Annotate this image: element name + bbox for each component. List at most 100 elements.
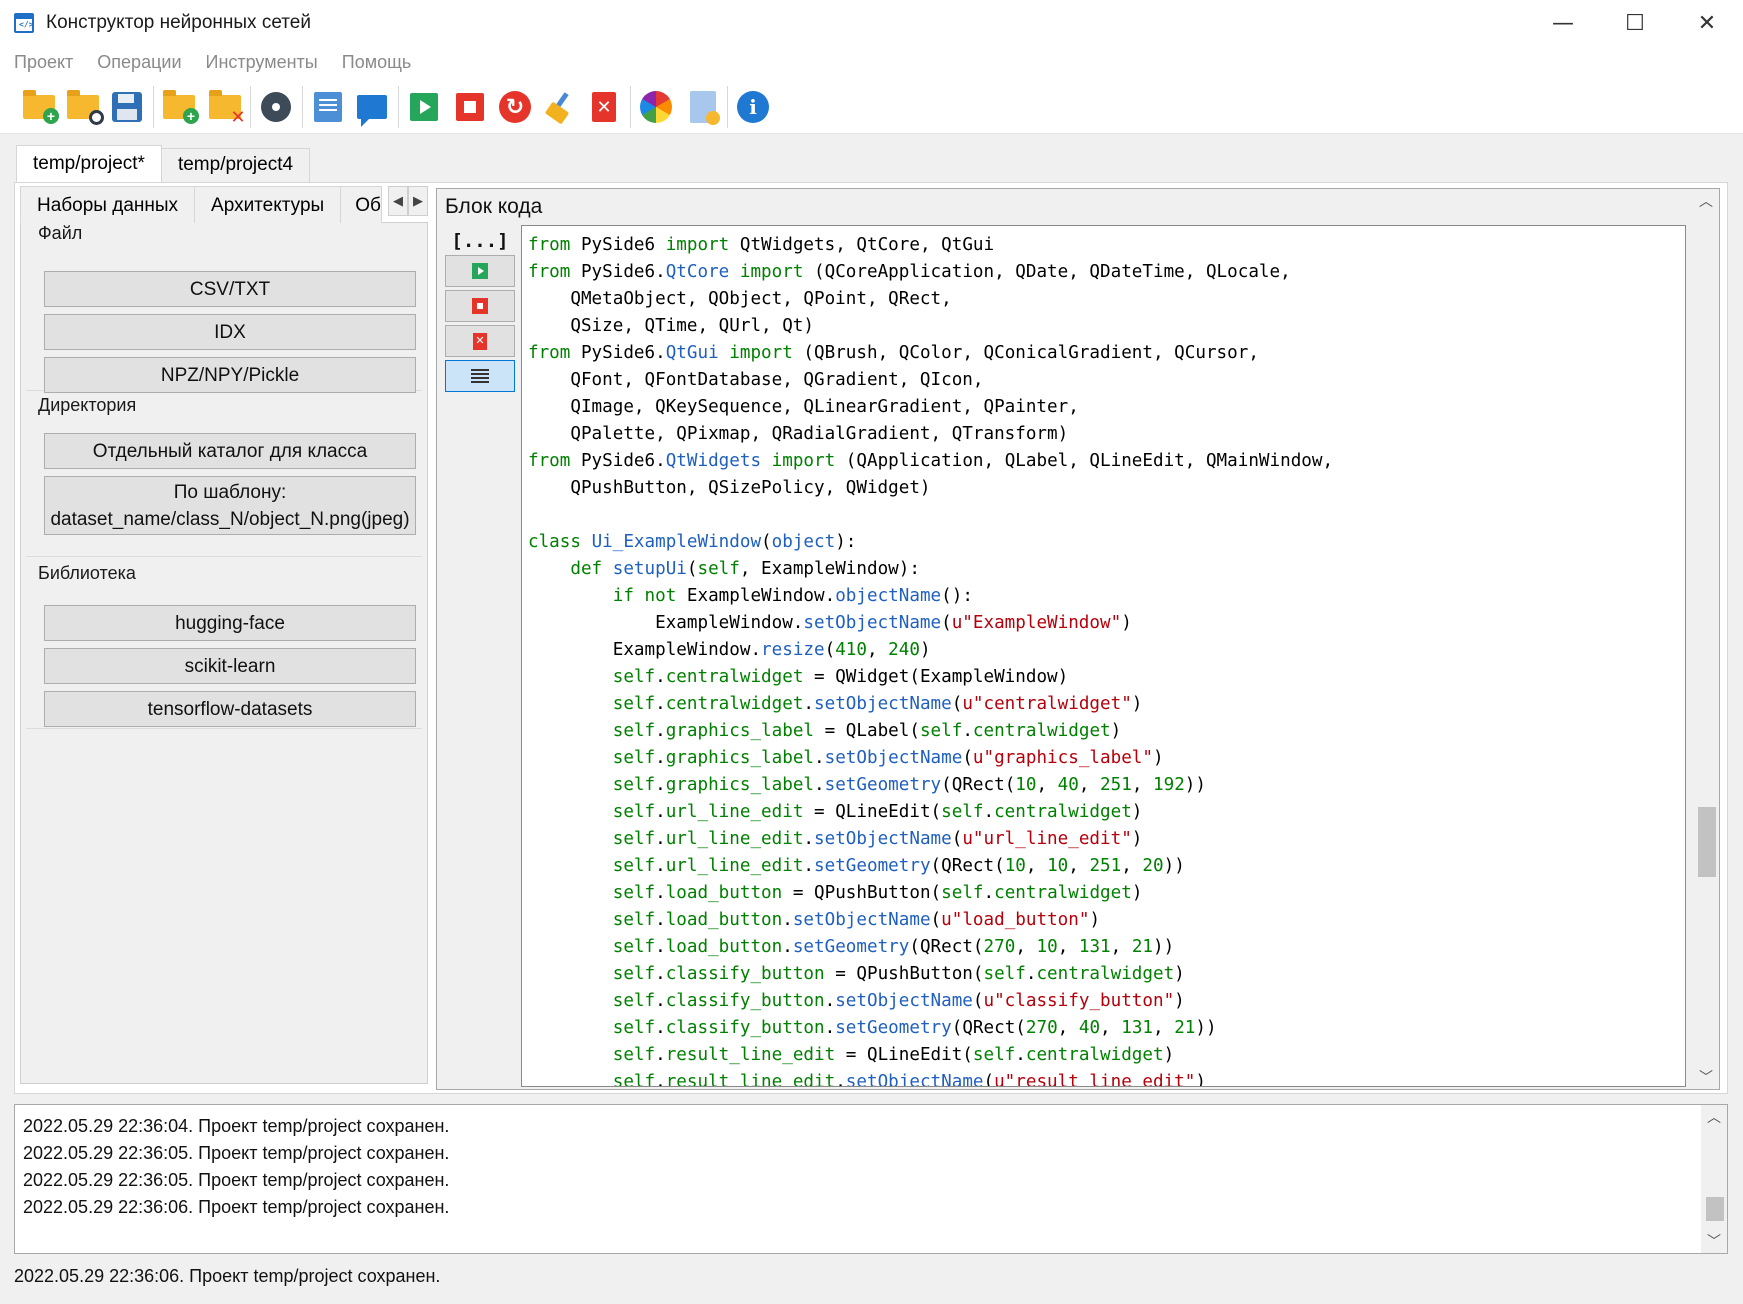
settings-icon (261, 92, 291, 122)
palette-button[interactable] (637, 88, 675, 126)
hugging-face-button[interactable]: hugging-face (44, 605, 416, 641)
cell-stop-button[interactable] (445, 290, 515, 322)
idx-button[interactable]: IDX (44, 314, 416, 350)
code-line: self.url_line_edit = QLineEdit(self.cent… (612, 802, 1143, 822)
new-project-button[interactable]: + (20, 88, 59, 126)
menu-project[interactable]: Проект (4, 52, 83, 73)
save-icon (112, 92, 142, 122)
code-line: self.classify_button.setObjectName(u"cla… (612, 991, 1185, 1011)
tab-scroll-left-icon[interactable]: ◀ (388, 186, 408, 216)
delete-icon: ✕ (592, 92, 616, 122)
code-line: self.result_line_edit.setObjectName(u"re… (612, 1072, 1206, 1087)
toolbar-separator (398, 86, 399, 128)
open-project-button[interactable] (64, 88, 104, 126)
save-project-button[interactable] (108, 88, 146, 126)
text-button[interactable] (309, 88, 347, 126)
code-window-icon: </> (14, 13, 34, 33)
run-icon (410, 93, 438, 121)
tab-datasets[interactable]: Наборы данных (20, 186, 196, 223)
run-icon (472, 263, 488, 279)
maximize-button[interactable]: ☐ (1599, 0, 1671, 46)
scroll-up-icon[interactable]: ︿ (1701, 1105, 1727, 1129)
log-scrollbar[interactable]: ︿ ﹀ (1701, 1105, 1727, 1253)
scroll-down-icon[interactable]: ﹀ (1693, 1065, 1719, 1089)
minimize-button[interactable]: — (1527, 0, 1599, 46)
menu-bar: Проект Операции Инструменты Помощь (0, 46, 1743, 78)
tab-scroll-right-icon[interactable]: ▶ (408, 186, 428, 216)
code-line: from PySide6.QtGui import (QBrush, QColo… (528, 343, 1259, 363)
group-file: Файл CSV/TXT IDX NPZ/NPY/Pickle (26, 223, 422, 393)
delete-button[interactable]: ✕ (585, 88, 623, 126)
menu-tools[interactable]: Инструменты (196, 52, 328, 73)
code-text[interactable]: from PySide6 import QtWidgets, QtCore, Q… (528, 232, 1333, 1087)
code-editor[interactable]: from PySide6 import QtWidgets, QtCore, Q… (521, 225, 1686, 1087)
code-gutter: [...] ✕ (445, 227, 515, 395)
toolbar-separator (302, 86, 303, 128)
tab-clipped[interactable]: Об (340, 186, 383, 223)
code-line: self.classify_button.setGeometry(QRect(2… (612, 1018, 1217, 1038)
code-scrollbar[interactable]: ︿ ﹀ (1693, 189, 1719, 1089)
code-line: self.result_line_edit = QLineEdit(self.c… (612, 1045, 1175, 1065)
code-line: self.graphics_label.setObjectName(u"grap… (612, 748, 1164, 768)
text-document-icon (314, 92, 342, 122)
toolbar-separator (630, 86, 631, 128)
scroll-up-icon[interactable]: ︿ (1693, 189, 1719, 213)
code-line: class Ui_ExampleWindow(object): (528, 532, 857, 552)
stop-button[interactable] (451, 88, 489, 126)
color-palette-icon (640, 91, 672, 123)
collapse-toggle[interactable]: [...] (445, 227, 515, 255)
new-folder-icon: + (23, 90, 59, 124)
toolbar: + + ✕ ↻ ✕ i (0, 78, 1743, 134)
info-button[interactable]: i (734, 88, 772, 126)
cell-run-button[interactable] (445, 255, 515, 287)
tab-project[interactable]: temp/project* (16, 145, 162, 182)
settings-button[interactable] (257, 88, 295, 126)
tensorflow-datasets-button[interactable]: tensorflow-datasets (44, 691, 416, 727)
remove-folder-button[interactable]: ✕ (206, 88, 246, 126)
log-panel[interactable]: 2022.05.29 22:36:04. Проект temp/project… (14, 1104, 1728, 1254)
comment-button[interactable] (353, 88, 391, 127)
remove-folder-icon: ✕ (209, 90, 246, 126)
clear-button[interactable] (541, 88, 579, 126)
left-tabs: Наборы данных Архитектуры Об (20, 186, 428, 223)
restart-button[interactable]: ↻ (496, 88, 534, 126)
open-folder-icon (67, 90, 104, 125)
restart-icon: ↻ (499, 91, 531, 123)
clear-icon (545, 92, 575, 122)
file-settings-icon (690, 91, 720, 125)
code-line: self.load_button.setObjectName(u"load_bu… (612, 910, 1101, 930)
file-settings-button[interactable] (684, 88, 722, 126)
log-line: 2022.05.29 22:36:04. Проект temp/project… (23, 1116, 450, 1136)
code-line: QPalette, QPixmap, QRadialGradient, QTra… (528, 424, 1069, 444)
tab-architectures[interactable]: Архитектуры (194, 186, 342, 223)
code-line: self.load_button = QPushButton(self.cent… (612, 883, 1143, 903)
tab-project4[interactable]: temp/project4 (160, 148, 311, 182)
npz-npy-pickle-button[interactable]: NPZ/NPY/Pickle (44, 357, 416, 393)
template-pattern-button[interactable]: По шаблону: dataset_name/class_N/object_… (44, 476, 416, 535)
code-line: QSize, QTime, QUrl, Qt) (528, 316, 814, 336)
cell-text-button[interactable] (445, 360, 515, 392)
toolbar-separator (153, 86, 154, 128)
window-title: Конструктор нейронных сетей (46, 12, 311, 33)
csv-txt-button[interactable]: CSV/TXT (44, 271, 416, 307)
separate-class-folder-button[interactable]: Отдельный каталог для класса (44, 433, 416, 469)
run-button[interactable] (405, 88, 443, 126)
menu-help[interactable]: Помощь (332, 52, 422, 73)
close-button[interactable]: ✕ (1671, 0, 1743, 46)
log-line: 2022.05.29 22:36:06. Проект temp/project… (23, 1197, 450, 1217)
lines-icon (471, 369, 489, 383)
group-directory: Директория Отдельный каталог для класса … (26, 395, 422, 557)
code-line: def setupUi(self, ExampleWindow): (570, 559, 920, 579)
cell-delete-button[interactable]: ✕ (445, 325, 515, 357)
code-line: self.url_line_edit.setObjectName(u"url_l… (612, 829, 1143, 849)
scroll-thumb[interactable] (1706, 1197, 1724, 1221)
delete-icon: ✕ (473, 332, 487, 350)
scroll-down-icon[interactable]: ﹀ (1701, 1229, 1727, 1253)
log-line: 2022.05.29 22:36:05. Проект temp/project… (23, 1170, 450, 1190)
scikit-learn-button[interactable]: scikit-learn (44, 648, 416, 684)
scroll-thumb[interactable] (1698, 807, 1716, 877)
code-line: self.centralwidget.setObjectName(u"centr… (612, 694, 1143, 714)
stop-icon (456, 93, 484, 121)
add-folder-button[interactable]: + (160, 88, 199, 126)
menu-operations[interactable]: Операции (87, 52, 191, 73)
